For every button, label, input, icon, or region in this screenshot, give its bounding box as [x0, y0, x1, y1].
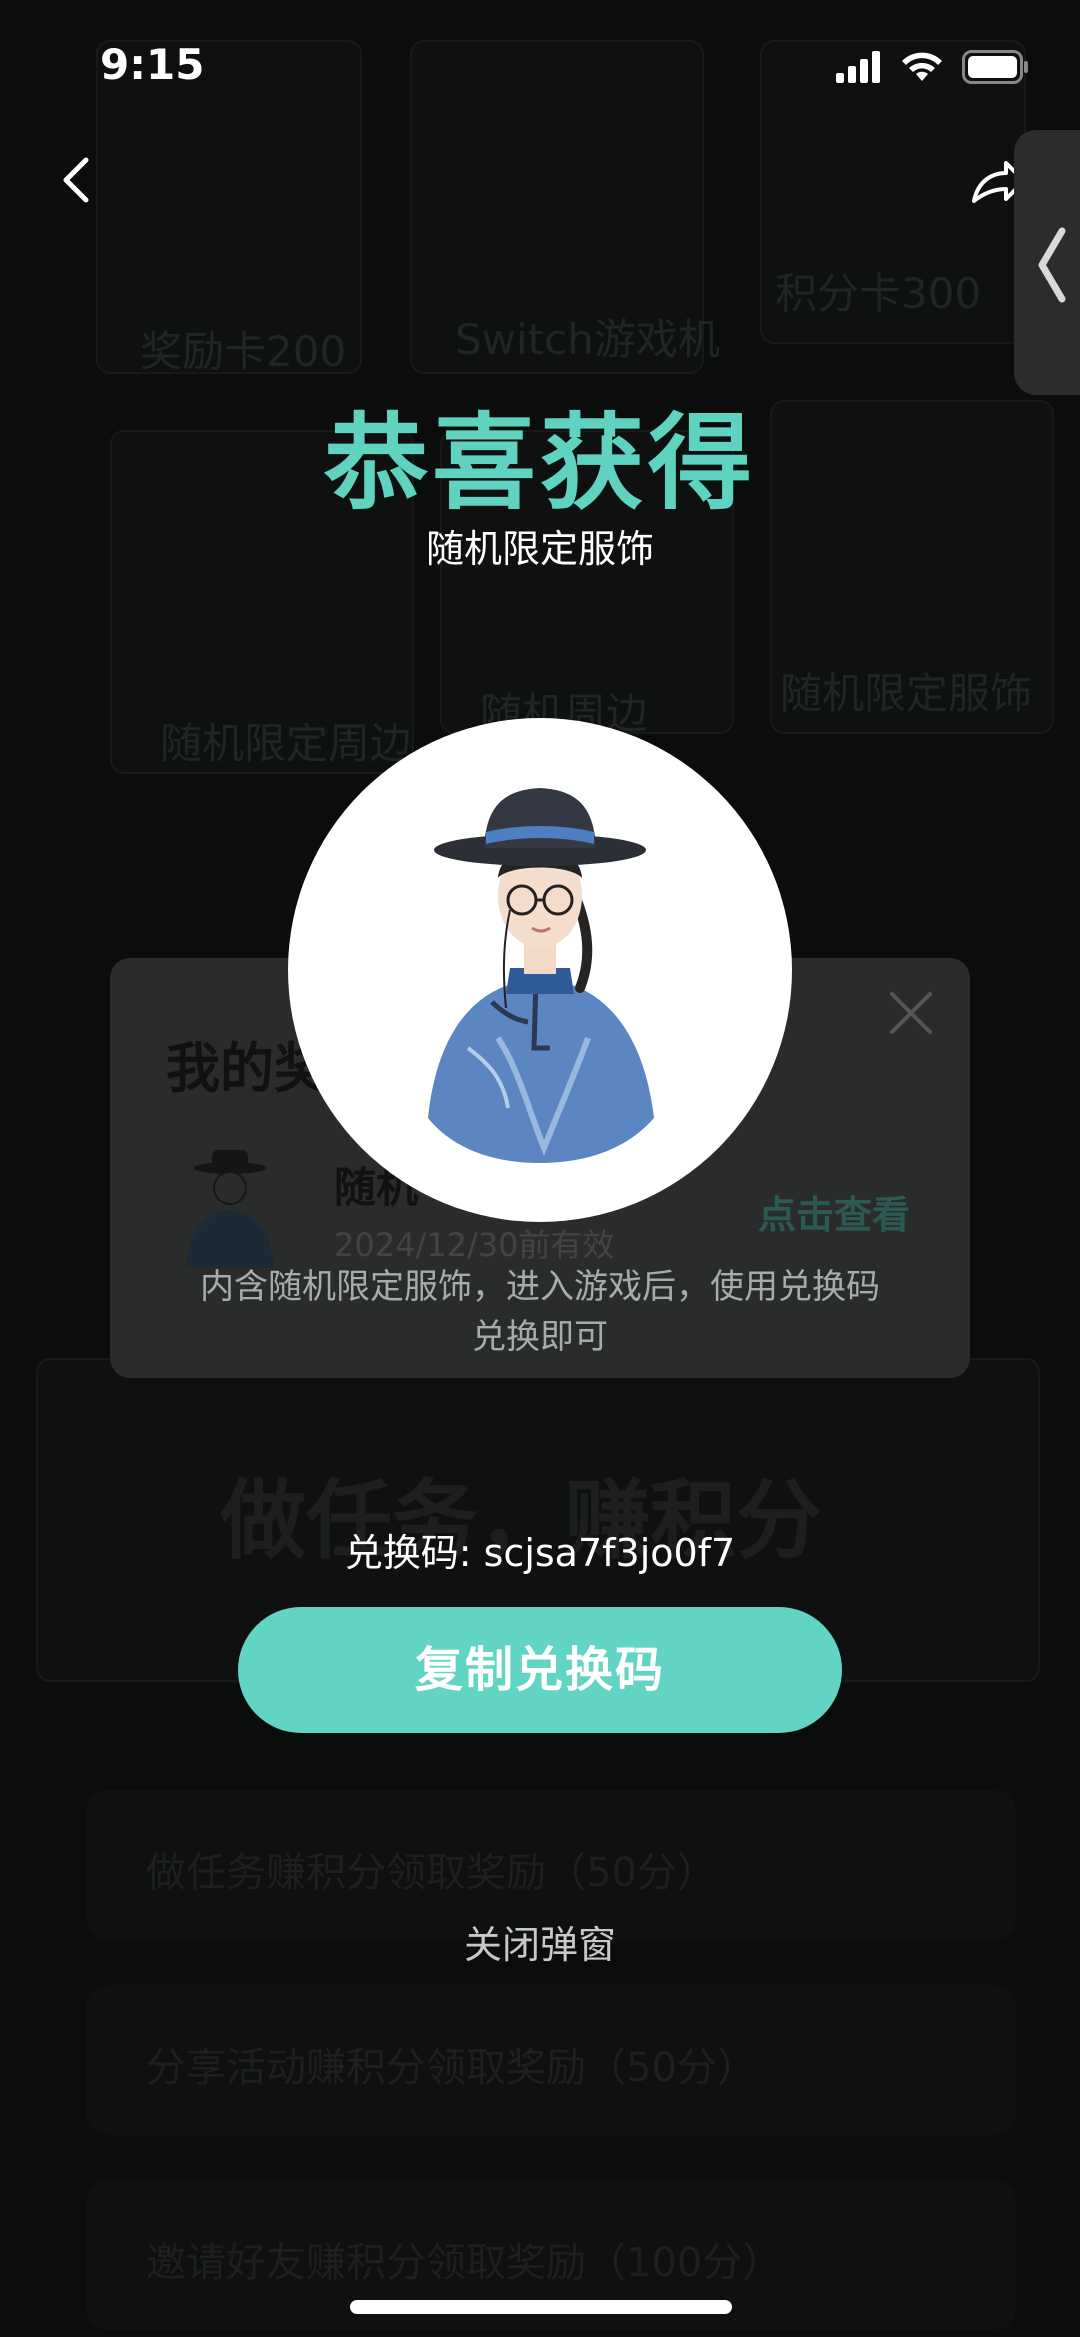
- redeem-code[interactable]: 兑换码: scjsa7f3jo0f7: [0, 1522, 1080, 1577]
- my-prize-close-button[interactable]: [886, 988, 936, 1038]
- side-tab-toggle[interactable]: [1014, 130, 1080, 395]
- back-button[interactable]: [50, 150, 110, 210]
- status-icons: [836, 50, 1030, 84]
- bg-card-label: 奖励卡200: [140, 327, 347, 376]
- bg-row-label: 分享活动赚积分领取奖励（50分）: [146, 2045, 757, 2091]
- bg-card-label: Switch游戏机: [455, 315, 720, 364]
- close-icon: [890, 992, 932, 1034]
- character-illustration: [428, 788, 654, 1163]
- chevron-left-icon: [1038, 227, 1066, 303]
- prize-thumbnail: [180, 1148, 280, 1268]
- screen: 奖励卡200 Switch游戏机 积分卡300 随机限定周边 随机周边 随机限定…: [0, 0, 1080, 2337]
- status-bar: 9:15: [0, 0, 1080, 130]
- signal-icon: [836, 51, 880, 83]
- bg-card-label: 积分卡300: [775, 269, 982, 318]
- bg-row-label: 做任务赚积分领取奖励（50分）: [146, 1850, 717, 1896]
- congrats-title: 恭喜获得: [323, 402, 756, 524]
- prize-image: [288, 718, 792, 1222]
- status-time: 9:15: [100, 40, 205, 89]
- my-prize-item-date: 2024/12/30前有效: [334, 1226, 615, 1264]
- close-popup-button[interactable]: 关闭弹窗: [0, 1914, 1080, 1969]
- battery-icon: [962, 50, 1028, 84]
- chevron-left-icon: [63, 157, 89, 203]
- prize-name: 随机限定服饰: [425, 527, 654, 571]
- wifi-icon: [902, 52, 942, 81]
- bg-row: 分享活动赚积分领取奖励（50分）: [86, 1985, 1016, 2135]
- bg-row-label: 邀请好友赚积分领取奖励（100分）: [146, 2240, 783, 2286]
- copy-code-button[interactable]: 复制兑换码: [238, 1607, 842, 1733]
- home-indicator[interactable]: [350, 2300, 732, 2314]
- prize-description: 内含随机限定服饰，进入游戏后，使用兑换码兑换即可: [200, 1267, 880, 1357]
- bg-card-label: 随机限定服饰: [780, 669, 1033, 718]
